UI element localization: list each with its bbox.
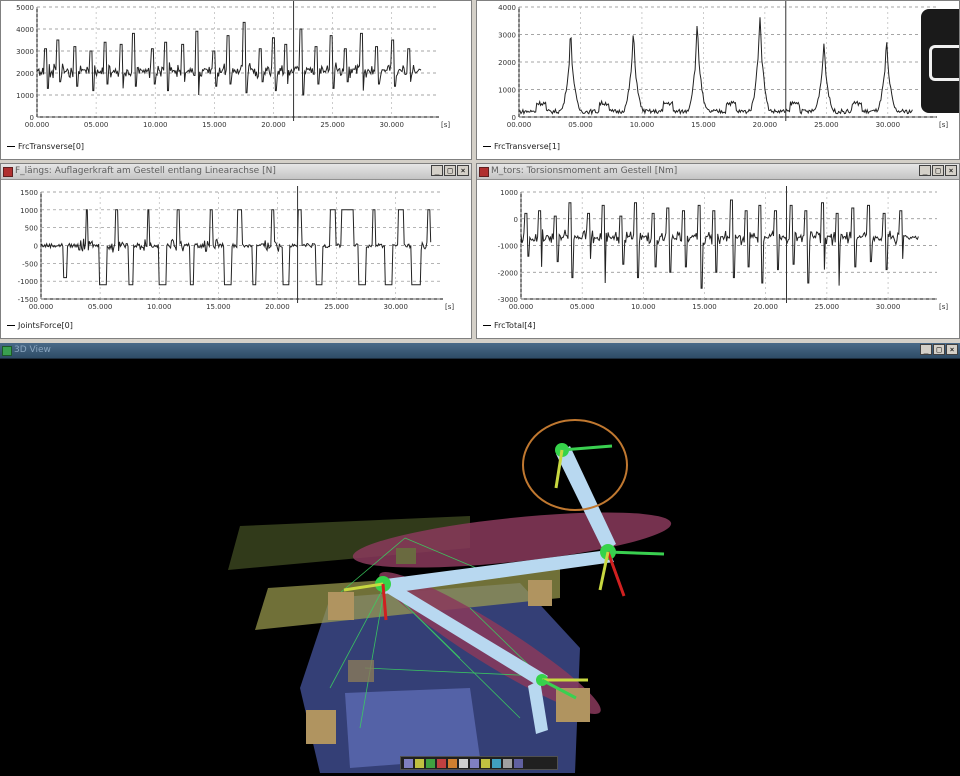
- y-tick-label: 500: [25, 225, 38, 233]
- window-icon: [929, 45, 959, 81]
- x-tick-label: 15.000: [206, 303, 231, 311]
- zoom-tool-icon[interactable]: [426, 758, 435, 768]
- y-tick-label: -2000: [498, 269, 518, 277]
- chart-frc-transverse-1: 0100020003000400000.000 05.000 10.000 15.00…: [498, 1, 948, 129]
- y-tick-label: 1000: [498, 87, 516, 95]
- x-tick-label: 30.000: [876, 121, 901, 129]
- x-tick-label: 05.000: [84, 121, 109, 129]
- x-unit-label: [s]: [441, 121, 450, 129]
- series-line: [520, 199, 919, 289]
- 3d-view-icon: [2, 346, 12, 356]
- chart-legend: FrcTotal[4]: [483, 321, 536, 330]
- light-tool-icon[interactable]: [481, 758, 490, 768]
- mount-box: [396, 548, 416, 564]
- x-tick-label: 00.000: [507, 121, 532, 129]
- x-tick-label: 15.000: [202, 121, 227, 129]
- chart-frc-transverse-0: 01000200030004000500000.000 05.000 10.000 1…: [16, 1, 450, 129]
- y-tick-label: 1000: [16, 92, 34, 100]
- x-tick-label: 25.000: [324, 303, 349, 311]
- y-tick-label: 2000: [498, 59, 516, 67]
- y-tick-label: -500: [22, 260, 38, 268]
- chart-window-joints-force[interactable]: F_längs: Auflagerkraft am Gestell entlan…: [0, 163, 472, 339]
- grid-tool-icon[interactable]: [470, 758, 479, 768]
- x-tick-label: 30.000: [383, 303, 408, 311]
- rotate-tool-icon[interactable]: [404, 758, 413, 768]
- x-tick-label: 25.000: [815, 303, 840, 311]
- chart-window-frc-transverse-0[interactable]: 0 1000 2000 3000 4000 5000 00.000 05.000 10.000 1…: [0, 0, 472, 160]
- chart-window-frc-transverse-1[interactable]: 0 1000 2000 3000 4000 00.000 05.000 10.000 15.00…: [476, 0, 960, 160]
- window-title: 3D View: [14, 345, 51, 355]
- x-tick-label: 25.000: [814, 121, 839, 129]
- x-unit-label: [s]: [445, 303, 454, 311]
- x-tick-label: 15.000: [692, 303, 717, 311]
- y-tick-label: 1000: [500, 189, 518, 197]
- chart-legend: FrcTransverse[0]: [7, 142, 84, 151]
- chart-legend: FrcTransverse[1]: [483, 142, 560, 151]
- y-tick-label: -1000: [498, 243, 518, 251]
- minimize-button[interactable]: _: [920, 344, 932, 355]
- y-tick-label: 3000: [498, 32, 516, 40]
- axes-tool-icon[interactable]: [503, 758, 512, 768]
- y-tick-label: 4000: [16, 26, 34, 34]
- x-tick-label: 05.000: [88, 303, 113, 311]
- mount-box: [306, 710, 336, 744]
- x-tick-label: 25.000: [320, 121, 345, 129]
- chart-frc-total: -3000-2000-10000100000.000 05.000 10.000 15…: [498, 186, 948, 311]
- x-tick-label: 00.000: [509, 303, 534, 311]
- x-tick-label: 20.000: [261, 121, 286, 129]
- y-tick-label: 3000: [16, 48, 34, 56]
- mount-box: [556, 688, 590, 722]
- x-tick-label: 10.000: [147, 303, 172, 311]
- series-line: [518, 17, 913, 116]
- x-tick-label: 20.000: [753, 121, 778, 129]
- chart-legend: JointsForce[0]: [7, 321, 73, 330]
- window-titlebar[interactable]: 3D View _ □ ×: [0, 343, 960, 359]
- fit-tool-icon[interactable]: [448, 758, 457, 768]
- y-tick-label: 5000: [16, 4, 34, 12]
- y-tick-label: 1000: [20, 207, 38, 215]
- x-tick-label: 30.000: [379, 121, 404, 129]
- x-tick-label: 10.000: [630, 121, 655, 129]
- x-tick-label: 30.000: [876, 303, 901, 311]
- 3d-scene[interactable]: [0, 358, 960, 776]
- x-tick-label: 05.000: [570, 303, 595, 311]
- y-tick-label: 2000: [16, 70, 34, 78]
- series-line: [40, 209, 432, 286]
- x-tick-label: 20.000: [265, 303, 290, 311]
- close-button[interactable]: ×: [946, 344, 958, 355]
- x-tick-label: 15.000: [691, 121, 716, 129]
- y-tick-label: 0: [34, 243, 38, 251]
- select-tool-icon[interactable]: [437, 758, 446, 768]
- x-tick-label: 05.000: [568, 121, 593, 129]
- overlay-panel: [921, 9, 959, 113]
- y-tick-label: 4000: [498, 4, 516, 12]
- y-tick-label: 0: [514, 216, 518, 224]
- maximize-button[interactable]: □: [933, 344, 945, 355]
- x-tick-label: 00.000: [25, 121, 50, 129]
- x-tick-label: 10.000: [631, 303, 656, 311]
- x-unit-label: [s]: [939, 303, 948, 311]
- record-tool-icon[interactable]: [514, 758, 523, 768]
- series-line: [36, 21, 422, 96]
- camera-tool-icon[interactable]: [492, 758, 501, 768]
- y-tick-label: -1000: [18, 278, 38, 286]
- chart-window-frc-total[interactable]: M_tors: Torsionsmoment am Gestell [Nm] _…: [476, 163, 960, 339]
- view-tool-icon[interactable]: [459, 758, 468, 768]
- y-tick-label: 1500: [20, 189, 38, 197]
- x-tick-label: 20.000: [753, 303, 778, 311]
- mount-box: [348, 660, 374, 682]
- mount-box: [528, 580, 552, 606]
- chart-joints-force: -1500-1000-50005001000150000.000 05.000 10…: [18, 186, 454, 311]
- 3d-view-toolbar: [400, 756, 558, 770]
- 3d-view-window[interactable]: 3D View _ □ ×: [0, 343, 960, 776]
- x-tick-label: 00.000: [29, 303, 54, 311]
- x-unit-label: [s]: [939, 121, 948, 129]
- x-tick-label: 10.000: [143, 121, 168, 129]
- mount-box: [328, 592, 354, 620]
- pan-tool-icon[interactable]: [415, 758, 424, 768]
